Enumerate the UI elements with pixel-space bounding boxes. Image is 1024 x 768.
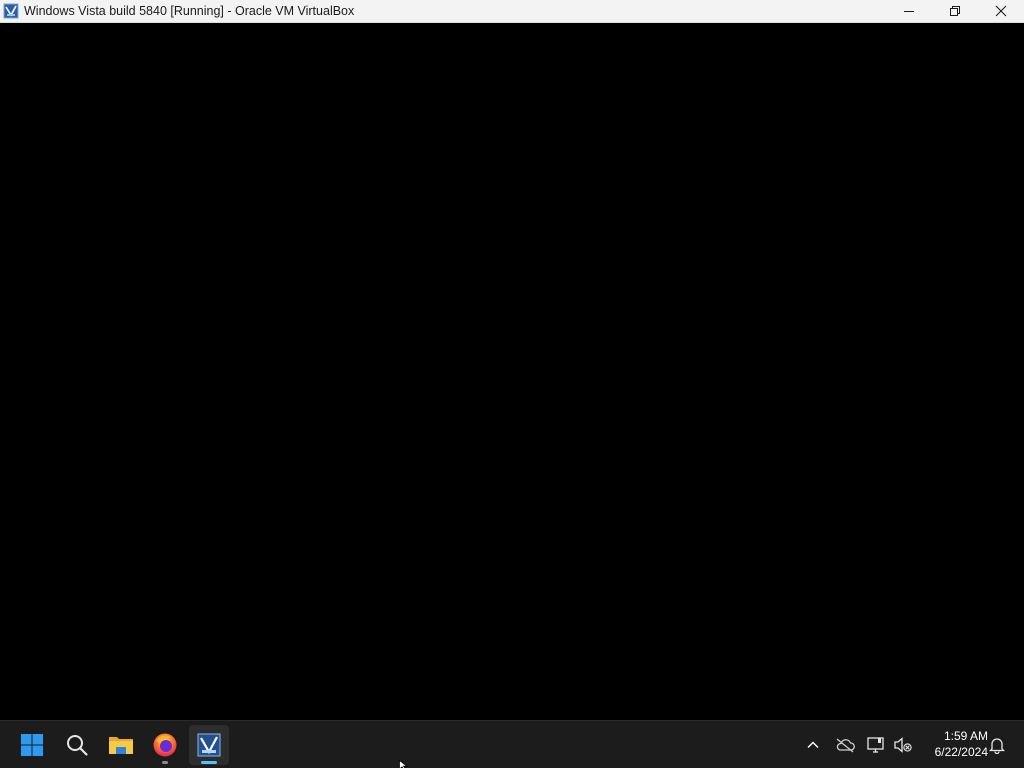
restore-icon (950, 6, 960, 16)
bell-icon (988, 738, 1006, 754)
taskbar-clock[interactable]: 1:59 AM 6/22/2024 (918, 728, 988, 760)
minimize-icon (904, 11, 914, 12)
start-button[interactable] (12, 725, 52, 765)
close-button[interactable] (978, 0, 1024, 22)
onedrive-offline-icon (836, 738, 855, 753)
file-explorer-button[interactable] (101, 725, 141, 765)
virtualbox-vista-icon (3, 3, 19, 19)
firefox-open-indicator (162, 761, 168, 764)
restore-button[interactable] (932, 0, 978, 22)
volume-tray-button[interactable] (891, 733, 915, 757)
virtualbox-vista-icon (197, 733, 221, 757)
firefox-icon (153, 733, 177, 757)
onedrive-tray-button[interactable] (833, 733, 857, 757)
virtualbox-taskbar-button[interactable] (189, 725, 229, 765)
window-title: Windows Vista build 5840 [Running] - Ora… (24, 4, 355, 18)
mouse-pointer-icon (399, 760, 408, 768)
taskbar: 1:59 AM 6/22/2024 (0, 720, 1024, 768)
close-icon (995, 5, 1007, 17)
vm-display[interactable] (0, 23, 1024, 720)
chevron-up-icon (807, 741, 819, 748)
search-button[interactable] (57, 725, 97, 765)
virtualbox-focus-indicator (201, 761, 217, 764)
clock-date: 6/22/2024 (934, 745, 988, 759)
windows-start-icon (21, 734, 43, 756)
network-tray-button[interactable] (864, 733, 888, 757)
notifications-button[interactable] (985, 733, 1009, 757)
clock-time: 1:59 AM (943, 729, 988, 743)
network-icon (867, 737, 884, 753)
firefox-button[interactable] (145, 725, 185, 765)
volume-muted-icon (894, 737, 912, 753)
folder-icon (109, 737, 133, 754)
search-icon (67, 735, 88, 756)
show-hidden-icons-button[interactable] (801, 733, 825, 757)
desktop-screen: Windows Vista build 5840 [Running] - Ora… (0, 0, 1024, 768)
window-title-bar[interactable]: Windows Vista build 5840 [Running] - Ora… (0, 0, 1024, 23)
minimize-button[interactable] (886, 0, 932, 22)
